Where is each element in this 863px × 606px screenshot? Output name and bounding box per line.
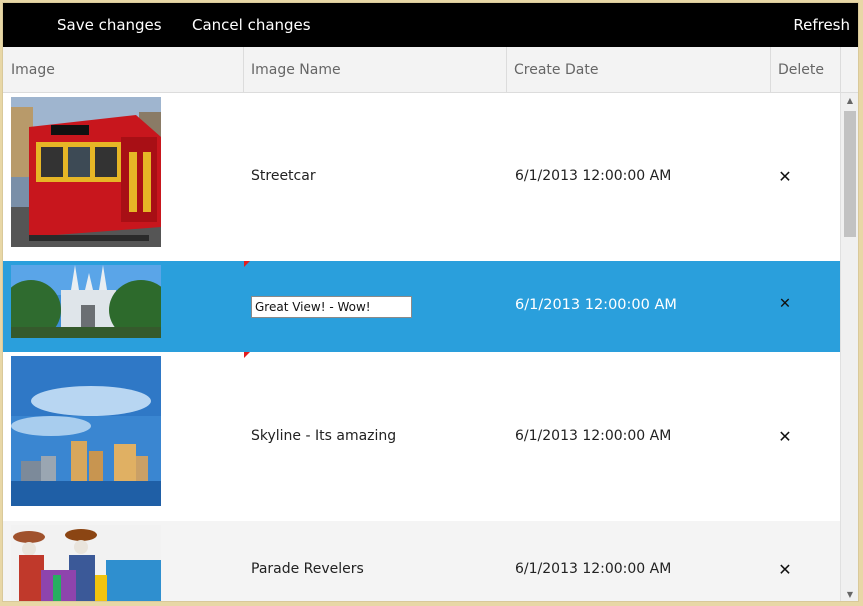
delete-icon[interactable]: ✕ — [775, 427, 795, 446]
table-row-selected[interactable]: 6/1/2013 12:00:00 AM ✕ — [3, 261, 840, 352]
image-name-cell[interactable]: Streetcar — [251, 168, 316, 184]
grid-header: Image Image Name Create Date Delete — [3, 47, 858, 93]
column-header-delete[interactable]: Delete — [770, 47, 840, 93]
scroll-up-arrow-icon[interactable]: ▲ — [841, 93, 858, 109]
toolbar: Save changes Cancel changes Refresh — [3, 3, 858, 47]
parade-photo — [11, 525, 161, 601]
image-name-edit-field[interactable] — [251, 296, 412, 318]
image-name-cell[interactable]: Parade Revelers — [251, 561, 364, 577]
save-changes-button[interactable]: Save changes — [57, 3, 162, 47]
delete-icon[interactable]: ✕ — [775, 560, 795, 579]
app-window: Save changes Cancel changes Refresh Imag… — [2, 2, 859, 602]
grid-body: Streetcar 6/1/2013 12:00:00 AM ✕ Great V… — [3, 93, 840, 601]
column-header-image[interactable]: Image — [3, 47, 243, 93]
create-date-cell[interactable]: 6/1/2013 12:00:00 AM — [515, 297, 677, 313]
changed-cell-marker — [244, 352, 250, 358]
vertical-scrollbar[interactable]: ▲ ▼ — [840, 93, 858, 601]
delete-icon[interactable]: ✕ — [775, 167, 795, 186]
table-row[interactable]: Parade Revelers 6/1/2013 12:00:00 AM ✕ — [3, 521, 840, 601]
streetcar-photo — [11, 97, 161, 247]
create-date-cell[interactable]: 6/1/2013 12:00:00 AM — [515, 168, 671, 184]
column-divider — [840, 47, 841, 93]
refresh-button[interactable]: Refresh — [793, 3, 850, 47]
image-name-cell[interactable]: Skyline - Its amazing — [251, 428, 396, 444]
delete-icon[interactable]: ✕ — [775, 296, 795, 312]
column-header-create-date[interactable]: Create Date — [506, 47, 770, 93]
create-date-cell[interactable]: 6/1/2013 12:00:00 AM — [515, 561, 671, 577]
table-row[interactable]: Streetcar 6/1/2013 12:00:00 AM ✕ — [3, 93, 840, 261]
cancel-changes-button[interactable]: Cancel changes — [192, 3, 311, 47]
scrollbar-thumb[interactable] — [844, 111, 856, 237]
cathedral-photo — [11, 265, 161, 338]
create-date-cell[interactable]: 6/1/2013 12:00:00 AM — [515, 428, 671, 444]
scroll-down-arrow-icon[interactable]: ▼ — [841, 587, 858, 601]
skyline-photo — [11, 356, 161, 506]
table-row[interactable]: Skyline - Its amazing 6/1/2013 12:00:00 … — [3, 352, 840, 521]
column-header-image-name[interactable]: Image Name — [243, 47, 506, 93]
changed-cell-marker — [244, 261, 250, 267]
